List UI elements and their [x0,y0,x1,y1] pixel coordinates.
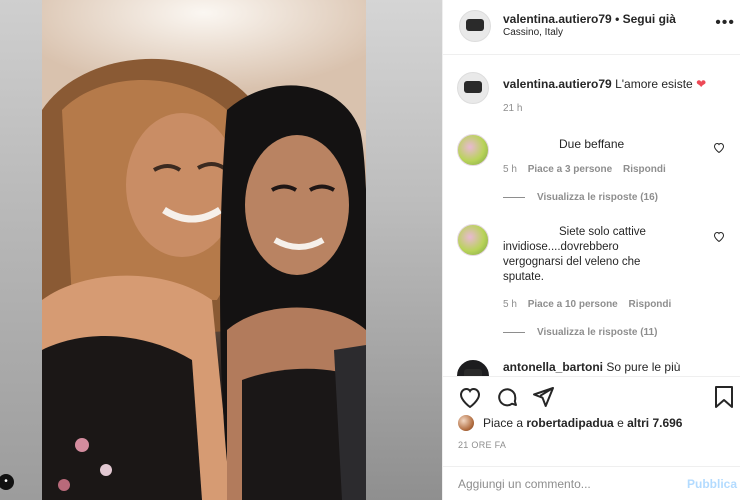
post-location[interactable]: Cassino, Italy [503,27,563,38]
view-replies-label[interactable]: Visualizza le risposte (11) [537,327,657,338]
post-header: valentina.autiero79 • Segui già Cassino,… [443,0,740,55]
comment-avatar[interactable] [457,224,489,256]
likes-others[interactable]: altri 7.696 [627,416,682,430]
comment-text: So pure le più [606,360,681,374]
author-line: valentina.autiero79 • Segui già [503,12,676,26]
comment-clipped: antonella_bartoni So pure le più [443,352,740,376]
comment-line: antonella_bartoni So pure le più [503,360,680,374]
comment-avatar[interactable] [457,360,489,376]
view-replies-label[interactable]: Visualizza le risposte (16) [537,192,658,203]
reply-button[interactable]: Rispondi [623,164,666,175]
post-timestamp[interactable]: 21 ORE FA [458,440,506,450]
comment-likes[interactable]: Piace a 3 persone [528,164,613,175]
likes-summary: Piace a robertadipadua e altri 7.696 [483,416,682,430]
background-right [366,0,442,500]
follow-status[interactable]: • Segui già [615,12,676,26]
more-horizontal-icon[interactable]: ••• [715,14,735,32]
comment-text: Due beffane [559,137,625,151]
likes-middle: e [617,416,624,430]
comment-text-line: sputate. [503,271,544,283]
author-avatar[interactable] [459,10,491,42]
comment-time: 5 h [503,164,517,175]
likes-prefix: Piace a [483,416,524,430]
caption-author[interactable]: valentina.autiero79 [503,77,612,91]
publish-button[interactable]: Pubblica [687,477,737,491]
comment-input[interactable]: Aggiungi un commento... [458,477,591,491]
view-replies[interactable]: Visualizza le risposte (11) [503,327,657,338]
divider-line [503,196,525,198]
heart-icon[interactable] [458,386,482,408]
comment-text-line: Siete solo cattive [559,226,646,238]
liker-avatar[interactable] [458,415,474,431]
red-heart-emoji-icon: ❤ [696,77,707,91]
caption-text: L'amore esiste [615,77,693,91]
background-left [0,0,42,500]
comment-likes[interactable]: Piace a 10 persone [528,299,618,310]
post-photo[interactable] [42,0,366,500]
caption-avatar[interactable] [457,72,489,104]
comment-meta: 5 h Piace a 3 persone Rispondi [503,164,666,175]
comment-like-heart-icon[interactable] [713,231,725,242]
comment-author[interactable]: antonella_bartoni [503,360,603,374]
comment-form: Aggiungi un commento... Pubblica [443,466,740,501]
reply-button[interactable]: Rispondi [629,299,672,310]
comment-avatar[interactable] [457,134,489,166]
comment-meta: 5 h Piace a 10 persone Rispondi [503,299,671,310]
caption: valentina.autiero79 L'amore esiste ❤ [503,77,706,91]
paper-plane-icon[interactable] [531,385,555,409]
bookmark-icon[interactable] [713,385,735,409]
comment-icon[interactable] [495,385,519,409]
comment-text: Siete solo cattive invidiose....dovrebbe… [503,225,673,285]
post-side-panel: valentina.autiero79 • Segui già Cassino,… [442,0,740,500]
view-replies[interactable]: Visualizza le risposte (16) [503,192,658,203]
divider-line [503,331,525,333]
comment-time: 5 h [503,299,517,310]
caption-time: 21 h [503,103,523,114]
comment-like-heart-icon[interactable] [713,142,725,153]
photo-illustration [42,0,366,500]
author-username[interactable]: valentina.autiero79 [503,12,612,26]
comment-text-line: vergognarsi del veleno che [503,256,641,268]
comment-text-line: invidiose....dovrebbero [503,241,619,253]
likes-user[interactable]: robertadipadua [526,416,613,430]
